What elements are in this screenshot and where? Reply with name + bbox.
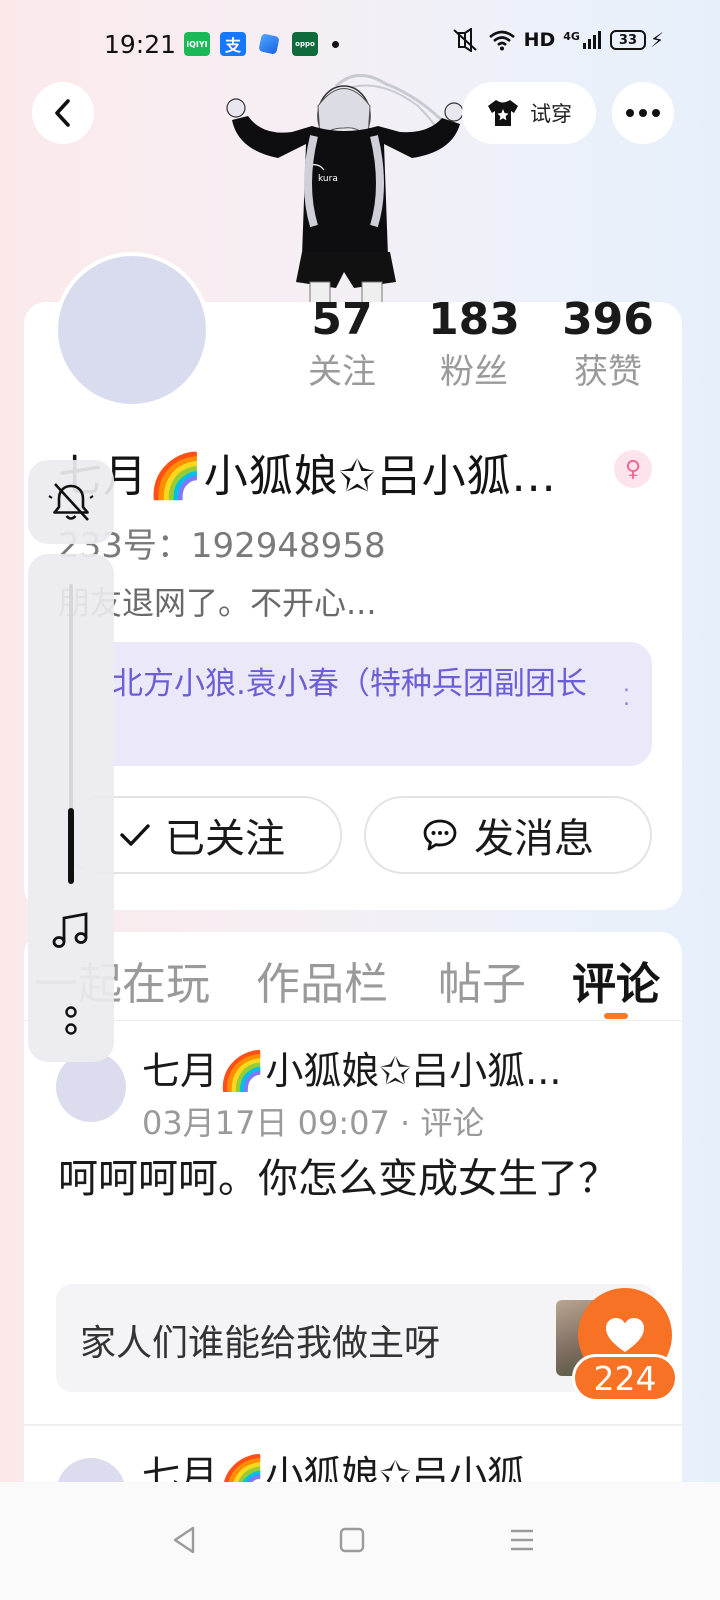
- tab-posts[interactable]: 帖子: [438, 948, 526, 1012]
- stat-likes-label: 获赞: [574, 352, 642, 392]
- stat-following-value: 57: [311, 294, 373, 345]
- triangle-back-icon: [173, 1526, 195, 1554]
- tag-more-icon: ⁚: [623, 686, 630, 711]
- tab-works[interactable]: 作品栏: [256, 948, 388, 1012]
- more-notifications-dot-icon: [332, 40, 339, 48]
- post-divider: [24, 1424, 682, 1426]
- nav-back-button[interactable]: [154, 1510, 214, 1570]
- post-meta: 03月17日 09:07 · 评论: [142, 1104, 485, 1142]
- stat-likes[interactable]: 396 获赞: [538, 296, 678, 400]
- send-message-label: 发消息: [474, 816, 594, 862]
- blue-app-icon: [256, 32, 282, 56]
- system-status: HD 4G 33 ⚡: [450, 28, 664, 52]
- notification-icons: iQIYI 支 oppo: [184, 32, 339, 56]
- signal-icon: 4G: [563, 30, 602, 50]
- tshirt-icon: [488, 100, 518, 126]
- follow-button-label: 已关注: [165, 816, 285, 862]
- side-music-player: [28, 554, 114, 1062]
- profile-nickname: 七月🌈小狐娘✩吕小狐...: [58, 451, 557, 502]
- stat-followers[interactable]: 183 粉丝: [404, 296, 544, 400]
- wifi-icon: [488, 29, 516, 51]
- check-icon: [120, 824, 150, 846]
- charging-icon: ⚡: [649, 28, 664, 52]
- stat-following[interactable]: 57 关注: [272, 296, 412, 400]
- bell-off-icon: [48, 483, 94, 521]
- quoted-post[interactable]: 家人们谁能给我做主呀: [56, 1284, 656, 1392]
- chevron-left-icon: [55, 99, 70, 127]
- system-nav-bar: [0, 1482, 720, 1600]
- heart-icon: [606, 1318, 644, 1352]
- nav-recents-button[interactable]: [492, 1510, 552, 1570]
- try-on-label: 试穿: [530, 102, 572, 126]
- notification-mute-button[interactable]: [28, 460, 114, 544]
- alipay-icon: 支: [220, 32, 246, 56]
- quoted-post-text: 家人们谁能给我做主呀: [80, 1323, 441, 1364]
- tabs-divider: [24, 1020, 682, 1021]
- chat-bubble-icon: [423, 819, 457, 851]
- square-home-icon: [339, 1527, 365, 1553]
- post-author-name[interactable]: 七月🌈小狐娘✩吕小狐...: [142, 1040, 561, 1095]
- send-message-button[interactable]: 发消息: [364, 796, 652, 874]
- status-time: 19:21: [104, 30, 177, 59]
- active-tab-indicator: [604, 1013, 628, 1019]
- nav-home-button[interactable]: [322, 1510, 382, 1570]
- svg-text:kura: kura: [318, 174, 338, 184]
- try-on-button[interactable]: 试穿: [462, 82, 596, 144]
- more-options-button[interactable]: [612, 82, 674, 144]
- volume-level[interactable]: [68, 808, 74, 884]
- stat-following-label: 关注: [308, 352, 376, 392]
- mute-icon: [450, 28, 480, 52]
- menu-lines-icon: [511, 1529, 533, 1551]
- music-note-icon[interactable]: [50, 910, 92, 954]
- stat-likes-value: 396: [562, 294, 654, 345]
- stat-followers-value: 183: [428, 294, 520, 345]
- oppo-icon: oppo: [292, 32, 318, 56]
- signal-type-label: 4G: [563, 30, 580, 43]
- avatar-character-image: kura: [226, 74, 464, 306]
- iqiyi-icon: iQIYI: [184, 32, 210, 56]
- relationship-tag-text: 北方小狼.袁小春（特种兵团副团长: [112, 666, 587, 702]
- post-author-avatar[interactable]: [56, 1052, 126, 1122]
- stat-followers-label: 粉丝: [440, 352, 508, 392]
- female-gender-icon: ♀: [614, 450, 652, 488]
- battery-icon: 33: [609, 30, 646, 50]
- relationship-tag[interactable]: 北方小狼.袁小春（特种兵团副团长 ⁚: [58, 642, 652, 766]
- back-button[interactable]: [32, 82, 94, 144]
- like-count: 224: [572, 1354, 678, 1402]
- post-content[interactable]: 呵呵呵呵。你怎么变成女生了？: [58, 1150, 618, 1208]
- tab-comments[interactable]: 评论: [572, 948, 660, 1012]
- player-more-icon[interactable]: [62, 1004, 80, 1042]
- hd-label: HD: [523, 29, 556, 51]
- more-dots-icon: [626, 109, 660, 117]
- profile-stats: 57 关注 183 粉丝 396 获赞: [0, 296, 720, 406]
